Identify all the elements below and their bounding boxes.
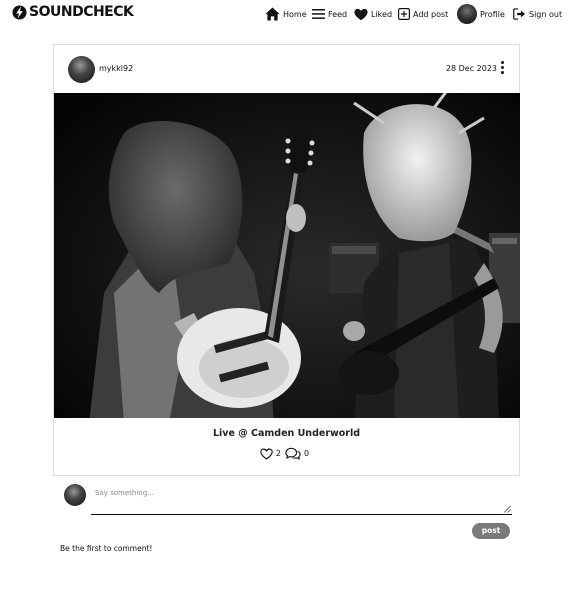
brand-name: SOUNDCHECK [29,4,134,20]
likes-count: 2 [275,449,281,458]
resize-grip-icon[interactable] [503,505,511,513]
post-header: mykki92 28 Dec 2023 [54,45,519,93]
post-card: mykki92 28 Dec 2023 Live @ Camden Underw… [53,44,520,476]
empty-comments-message: Be the first to comment! [60,544,153,553]
post-title: Live @ Camden Underworld [212,428,361,439]
comments-link[interactable]: 0 [285,447,313,460]
comments-count: 0 [304,449,310,458]
home-icon [265,7,280,21]
nav-add-post[interactable]: Add post [398,4,448,24]
sign-out-icon [513,8,526,20]
nav-profile-label: Profile [480,9,505,19]
nav-home[interactable]: Home [265,4,307,24]
post-image[interactable] [54,93,520,418]
profile-avatar [457,4,477,24]
comment-input[interactable] [91,484,512,515]
comments-icon [285,447,301,460]
more-options-icon[interactable] [501,61,505,75]
nav-sign-out[interactable]: Sign out [513,4,562,24]
brand-logo[interactable]: SOUNDCHECK [12,4,134,20]
concert-photo [54,93,520,418]
nav-sign-out-label: Sign out [529,9,563,19]
author-avatar[interactable] [68,56,95,83]
nav-feed[interactable]: Feed [312,4,347,24]
nav-liked-label: Liked [371,9,393,19]
nav-add-post-label: Add post [413,9,449,19]
nav-liked[interactable]: Liked [354,4,392,24]
post-stats: 2 0 [54,447,519,460]
logo-icon [12,5,27,20]
like-button[interactable]: 2 [260,448,285,460]
post-date: 28 Dec 2023 [445,64,497,73]
heart-outline-icon [260,448,273,460]
plus-square-icon [398,8,410,20]
nav-profile[interactable]: Profile [457,4,505,24]
navbar: SOUNDCHECK Home Feed Liked Add post Prof… [0,0,578,30]
heart-filled-icon [354,8,368,20]
post-comment-button[interactable]: post [472,523,510,539]
nav-home-label: Home [283,9,307,19]
commenter-avatar [64,484,86,506]
author-name[interactable]: mykki92 [99,64,133,73]
feed-icon [312,9,325,19]
nav-feed-label: Feed [328,9,348,19]
